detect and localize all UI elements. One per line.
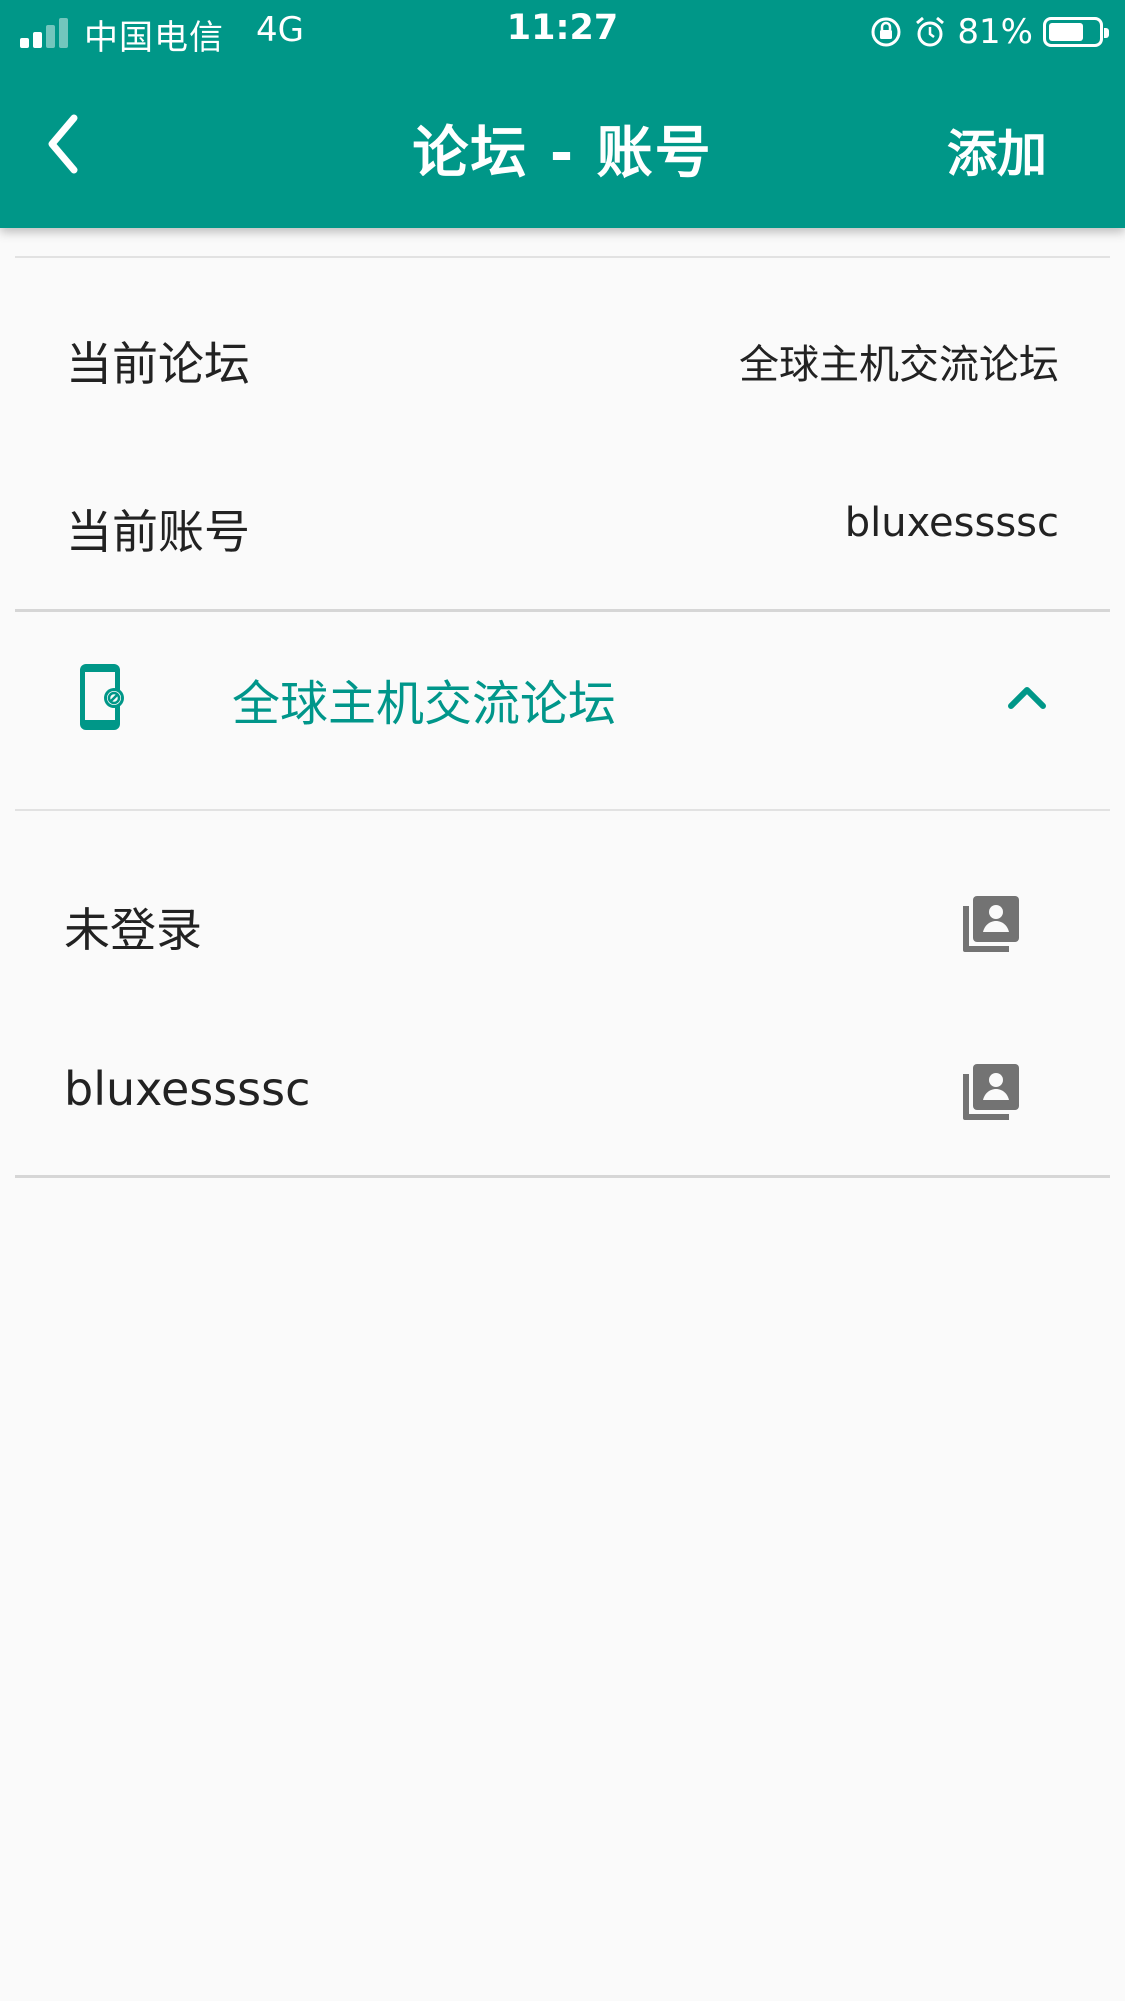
divider <box>15 256 1110 258</box>
divider <box>15 809 1110 811</box>
forum-group-header[interactable]: 全球主机交流论坛 <box>0 612 1125 808</box>
list-item[interactable]: bluxessssc <box>0 1020 1125 1170</box>
account-name: 未登录 <box>64 903 202 957</box>
account-name: bluxessssc <box>64 1062 311 1116</box>
status-bar: 中国电信 4G 11:27 81% <box>0 0 1125 64</box>
current-account-row: 当前账号 bluxessssc <box>0 474 1125 574</box>
status-right: 81% <box>869 10 1109 54</box>
alarm-icon <box>916 16 945 47</box>
current-forum-row: 当前论坛 全球主机交流论坛 <box>0 306 1125 406</box>
account-switch-icon[interactable] <box>959 892 1023 956</box>
battery-percent: 81% <box>957 12 1033 52</box>
current-account-value: bluxessssc <box>844 500 1059 546</box>
app-root: 中国电信 4G 11:27 81% 论坛 - 账号 添加 当前论坛 全球主机交流… <box>0 0 1125 2001</box>
battery-icon <box>1043 17 1109 47</box>
rotation-lock-icon <box>871 17 901 47</box>
phone-off-icon <box>80 664 124 730</box>
current-forum-label: 当前论坛 <box>66 337 250 391</box>
current-account-label: 当前账号 <box>66 505 250 559</box>
divider <box>15 1175 1110 1178</box>
forum-group-name: 全球主机交流论坛 <box>232 676 617 732</box>
account-switch-icon[interactable] <box>959 1060 1023 1124</box>
add-button[interactable]: 添加 <box>947 114 1047 186</box>
chevron-up-icon[interactable] <box>1007 684 1047 710</box>
nav-bar: 论坛 - 账号 添加 <box>0 64 1125 228</box>
header: 中国电信 4G 11:27 81% 论坛 - 账号 添加 <box>0 0 1125 228</box>
list-item[interactable]: 未登录 <box>0 852 1125 1002</box>
current-forum-value: 全球主机交流论坛 <box>739 342 1059 388</box>
